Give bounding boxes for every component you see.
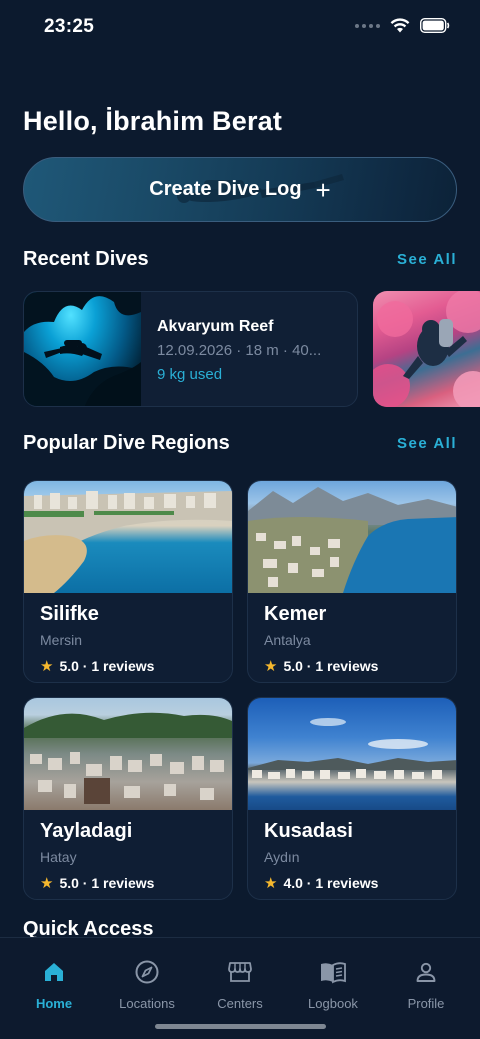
cellular-signal-icon <box>355 23 380 28</box>
create-dive-log-button[interactable]: Create Dive Log + <box>23 157 457 222</box>
star-icon: ★ <box>264 658 278 675</box>
tab-label: Home <box>35 996 73 1011</box>
person-icon <box>416 962 436 982</box>
recent-dives-see-all-link[interactable]: See All <box>397 251 457 268</box>
book-icon <box>321 962 346 984</box>
wifi-icon <box>390 18 410 33</box>
region-rating: ★ 5.0 · 1 reviews <box>264 657 456 675</box>
region-name: Kemer <box>264 603 327 625</box>
region-rating: ★ 5.0 · 1 reviews <box>40 874 232 892</box>
region-image <box>24 481 232 593</box>
tab-label: Logbook <box>308 996 358 1011</box>
popular-regions-title: Popular Dive Regions <box>23 432 230 454</box>
tab-label: Locations <box>119 996 175 1011</box>
store-icon <box>228 962 252 982</box>
tab-label: Centers <box>217 996 263 1011</box>
region-card-yayladagi[interactable]: Yayladagi Hatay ★ 5.0 · 1 reviews <box>23 697 233 900</box>
region-name: Yayladagi <box>40 820 133 842</box>
region-location: Aydın <box>264 849 300 865</box>
home-icon <box>45 963 63 981</box>
star-icon: ★ <box>40 875 54 892</box>
region-card-silifke[interactable]: Silifke Mersin ★ 5.0 · 1 reviews <box>23 480 233 683</box>
create-dive-log-label: Create Dive Log + <box>149 177 330 203</box>
region-rating-text: 5.0 · 1 reviews <box>59 875 155 891</box>
battery-icon <box>420 18 450 33</box>
tab-centers[interactable]: Centers <box>192 958 288 1011</box>
region-location: Mersin <box>40 632 83 648</box>
dive-weight: 9 kg used <box>157 366 223 383</box>
compass-icon <box>135 960 159 984</box>
dive-photo-image <box>24 292 141 406</box>
recent-dive-card[interactable]: Akvaryum Reef 12.09.2026 · 18 m · 40... … <box>23 291 358 407</box>
tab-logbook[interactable]: Logbook <box>285 958 381 1011</box>
region-location: Hatay <box>40 849 77 865</box>
region-name: Silifke <box>40 603 99 625</box>
status-icons <box>355 18 450 33</box>
star-icon: ★ <box>40 658 54 675</box>
greeting-title: Hello, İbrahim Berat <box>23 106 283 136</box>
create-dive-log-text: Create Dive Log <box>149 178 302 200</box>
dive-meta: 12.09.2026 · 18 m · 40... <box>157 342 322 359</box>
region-location: Antalya <box>264 632 311 648</box>
tab-label: Profile <box>407 996 445 1011</box>
recent-dive-card-partial[interactable] <box>373 291 480 407</box>
region-card-kemer[interactable]: Kemer Antalya ★ 5.0 · 1 reviews <box>247 480 457 683</box>
region-rating: ★ 4.0 · 1 reviews <box>264 874 456 892</box>
star-icon: ★ <box>264 875 278 892</box>
region-image <box>248 481 456 593</box>
region-image <box>24 698 232 810</box>
tab-locations[interactable]: Locations <box>99 958 195 1011</box>
tab-profile[interactable]: Profile <box>378 958 474 1011</box>
region-card-kusadasi[interactable]: Kusadasi Aydın ★ 4.0 · 1 reviews <box>247 697 457 900</box>
status-time: 23:25 <box>44 16 95 37</box>
recent-dives-title: Recent Dives <box>23 248 149 270</box>
region-image <box>248 698 456 810</box>
dive-name: Akvaryum Reef <box>157 318 274 335</box>
region-rating-text: 5.0 · 1 reviews <box>283 658 379 674</box>
status-bar: 23:25 <box>0 0 480 54</box>
region-rating: ★ 5.0 · 1 reviews <box>40 657 232 675</box>
tab-home[interactable]: Home <box>6 958 102 1011</box>
plus-icon: + <box>315 174 331 205</box>
region-rating-text: 4.0 · 1 reviews <box>283 875 379 891</box>
region-rating-text: 5.0 · 1 reviews <box>59 658 155 674</box>
region-name: Kusadasi <box>264 820 353 842</box>
popular-regions-see-all-link[interactable]: See All <box>397 435 457 452</box>
home-indicator[interactable] <box>155 1024 326 1029</box>
